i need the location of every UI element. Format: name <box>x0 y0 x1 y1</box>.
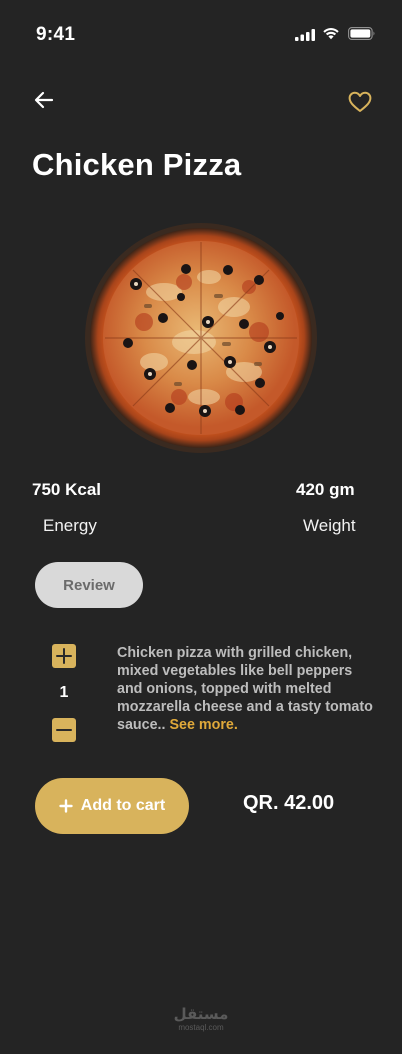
description-text: Chicken pizza with grilled chicken, mixe… <box>117 645 373 733</box>
pizza-image <box>85 223 317 453</box>
watermark-latin: mostaql.com <box>178 1023 224 1032</box>
energy-value: 750 Kcal <box>32 480 101 499</box>
cellular-signal-icon <box>295 29 315 41</box>
see-more-link[interactable]: See more. <box>169 717 237 733</box>
product-description: Chicken pizza with grilled chicken, mixe… <box>117 644 379 734</box>
status-time: 9:41 <box>36 24 76 45</box>
review-button[interactable]: Review <box>35 562 143 608</box>
add-to-cart-label: Add to cart <box>80 797 166 814</box>
weight-label: Weight <box>303 516 356 535</box>
quantity-value: 1 <box>59 684 69 701</box>
increment-button[interactable] <box>52 644 76 668</box>
watermark-arabic: مستقل <box>173 1006 229 1023</box>
plus-icon <box>59 799 73 813</box>
minus-icon <box>56 729 72 731</box>
energy-label: Energy <box>43 516 97 535</box>
heart-outline-icon[interactable] <box>347 90 373 114</box>
arrow-left-icon[interactable] <box>32 88 56 112</box>
plus-icon <box>56 648 72 664</box>
wifi-icon <box>323 28 339 40</box>
page-title: Chicken Pizza <box>32 147 242 182</box>
add-to-cart-button[interactable]: Add to cart <box>35 778 189 834</box>
price: QR. 42.00 <box>243 792 335 814</box>
watermark-logo: مستقل mostaql.com <box>172 1006 230 1033</box>
weight-value: 420 gm <box>296 480 355 499</box>
decrement-button[interactable] <box>52 718 76 742</box>
battery-icon <box>348 27 375 40</box>
